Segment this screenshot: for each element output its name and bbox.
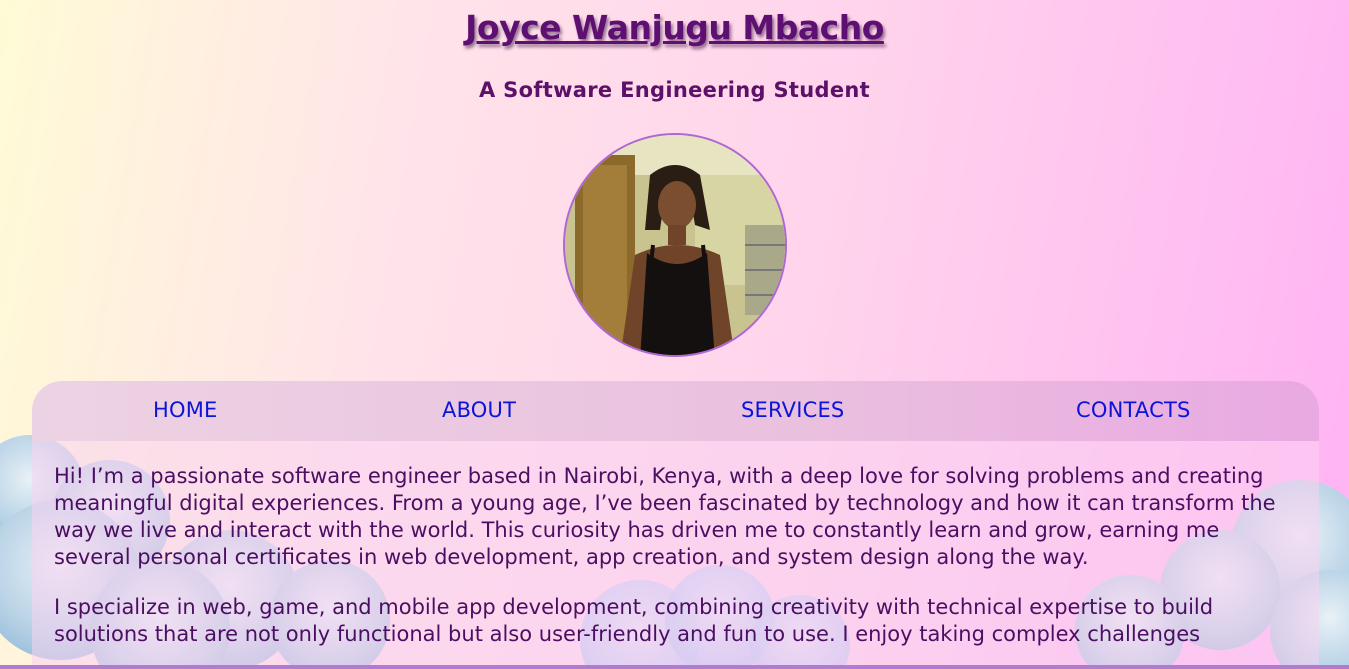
about-paragraph: Hi! I’m a passionate software engineer b… — [54, 464, 1276, 569]
about-paragraph: I specialize in web, game, and mobile ap… — [54, 595, 1214, 646]
page-subtitle: A Software Engineering Student — [479, 78, 870, 102]
avatar — [563, 133, 787, 357]
about-section: Hi! I’m a passionate software engineer b… — [32, 441, 1319, 669]
nav-item-services[interactable]: SERVICES — [741, 398, 844, 422]
nav-item-home[interactable]: HOME — [153, 398, 218, 422]
main-nav: HOME ABOUT SERVICES CONTACTS — [32, 381, 1319, 441]
nav-item-contacts[interactable]: CONTACTS — [1076, 398, 1191, 422]
page-title: Joyce Wanjugu Mbacho — [465, 8, 884, 47]
nav-item-about[interactable]: ABOUT — [442, 398, 516, 422]
bottom-divider — [0, 665, 1349, 669]
profile-photo — [565, 135, 785, 355]
